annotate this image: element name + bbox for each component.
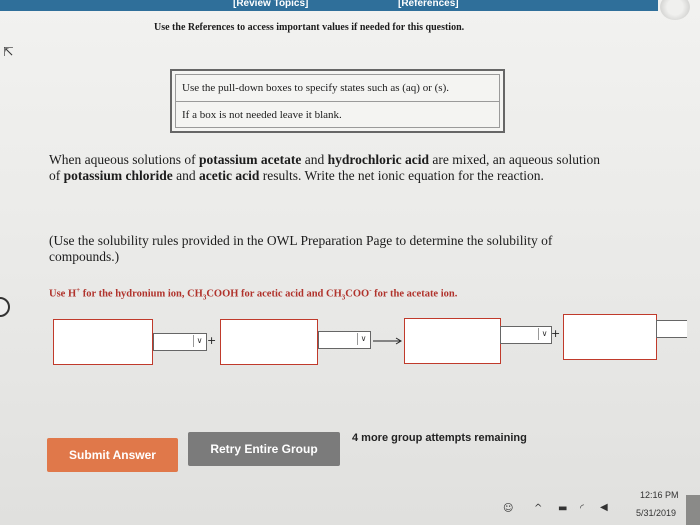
battery-icon[interactable]: ▬: [558, 503, 567, 514]
clock-time[interactable]: 12:16 PM: [640, 490, 679, 500]
product-potassium-chloride: potassium chloride: [63, 168, 173, 183]
references-notice: Use the References to access important v…: [154, 22, 465, 33]
side-panel-toggle[interactable]: [0, 297, 10, 317]
hint-line-states: Use the pull-down boxes to specify state…: [182, 82, 449, 94]
review-topics-link[interactable]: [Review Topics]: [233, 0, 308, 9]
hint-divider: [176, 101, 499, 102]
product-state-select-2[interactable]: [656, 320, 687, 338]
reactant-state-select-2[interactable]: ∨: [318, 331, 371, 349]
hint-line-blank: If a box is not needed leave it blank.: [182, 109, 342, 121]
browser-page: [Review Topics] [References] Use the Ref…: [0, 0, 700, 525]
people-icon[interactable]: ☺: [503, 503, 513, 514]
reaction-arrow-icon: [373, 337, 402, 345]
chevron-up-icon[interactable]: ^: [534, 503, 542, 514]
product-species-input-1[interactable]: [404, 318, 501, 364]
hint-box-inner: Use the pull-down boxes to specify state…: [175, 74, 500, 128]
instr-fragment: for the hydronium ion, CH: [80, 288, 203, 300]
toolbar-circle-icon[interactable]: [660, 0, 690, 20]
ion-instruction: Use H+ for the hydronium ion, CH3COOH fo…: [49, 286, 457, 302]
reactant-species-input-2[interactable]: [220, 319, 318, 365]
reactant-potassium-acetate: potassium acetate: [198, 152, 302, 167]
retry-entire-group-button[interactable]: Retry Entire Group: [188, 432, 340, 466]
mouse-cursor-icon: ⇱: [3, 44, 14, 59]
hint-box: Use the pull-down boxes to specify state…: [170, 69, 505, 133]
volume-icon[interactable]: ◀: [600, 502, 608, 513]
attempts-remaining: 4 more group attempts remaining: [352, 432, 527, 444]
instr-fragment: COO: [345, 288, 370, 300]
reactant-species-input-1[interactable]: [53, 319, 153, 365]
wifi-icon[interactable]: ◜: [580, 503, 584, 514]
question-text: When aqueous solutions of potassium acet…: [49, 152, 614, 184]
question-fragment: and: [301, 152, 328, 167]
question-fragment: results. Write the net ionic equation fo…: [259, 168, 544, 183]
notification-edge: [686, 495, 700, 525]
chevron-down-icon: ∨: [538, 328, 550, 340]
instr-fragment: for the acetate ion.: [371, 288, 458, 300]
question-fragment: When aqueous solutions of: [49, 152, 199, 167]
chevron-down-icon: ∨: [193, 335, 205, 347]
plus-sign: +: [551, 327, 561, 340]
instr-fragment: Use H: [49, 288, 77, 300]
chevron-down-icon: ∨: [357, 333, 369, 345]
product-state-select-1[interactable]: ∨: [500, 326, 552, 344]
reactant-hydrochloric-acid: hydrochloric acid: [327, 152, 429, 167]
product-species-input-2[interactable]: [563, 314, 657, 360]
top-nav-bar: [Review Topics] [References]: [0, 0, 658, 11]
solubility-note: (Use the solubility rules provided in th…: [49, 233, 553, 264]
product-acetic-acid: acetic acid: [199, 168, 260, 183]
submit-answer-button[interactable]: Submit Answer: [47, 438, 178, 472]
question-fragment: and: [172, 168, 200, 183]
plus-sign: +: [207, 334, 217, 347]
references-link[interactable]: [References]: [398, 0, 459, 9]
instr-fragment: COOH for acetic acid and CH: [206, 288, 342, 300]
clock-date[interactable]: 5/31/2019: [636, 508, 676, 518]
reactant-state-select-1[interactable]: ∨: [153, 333, 207, 351]
